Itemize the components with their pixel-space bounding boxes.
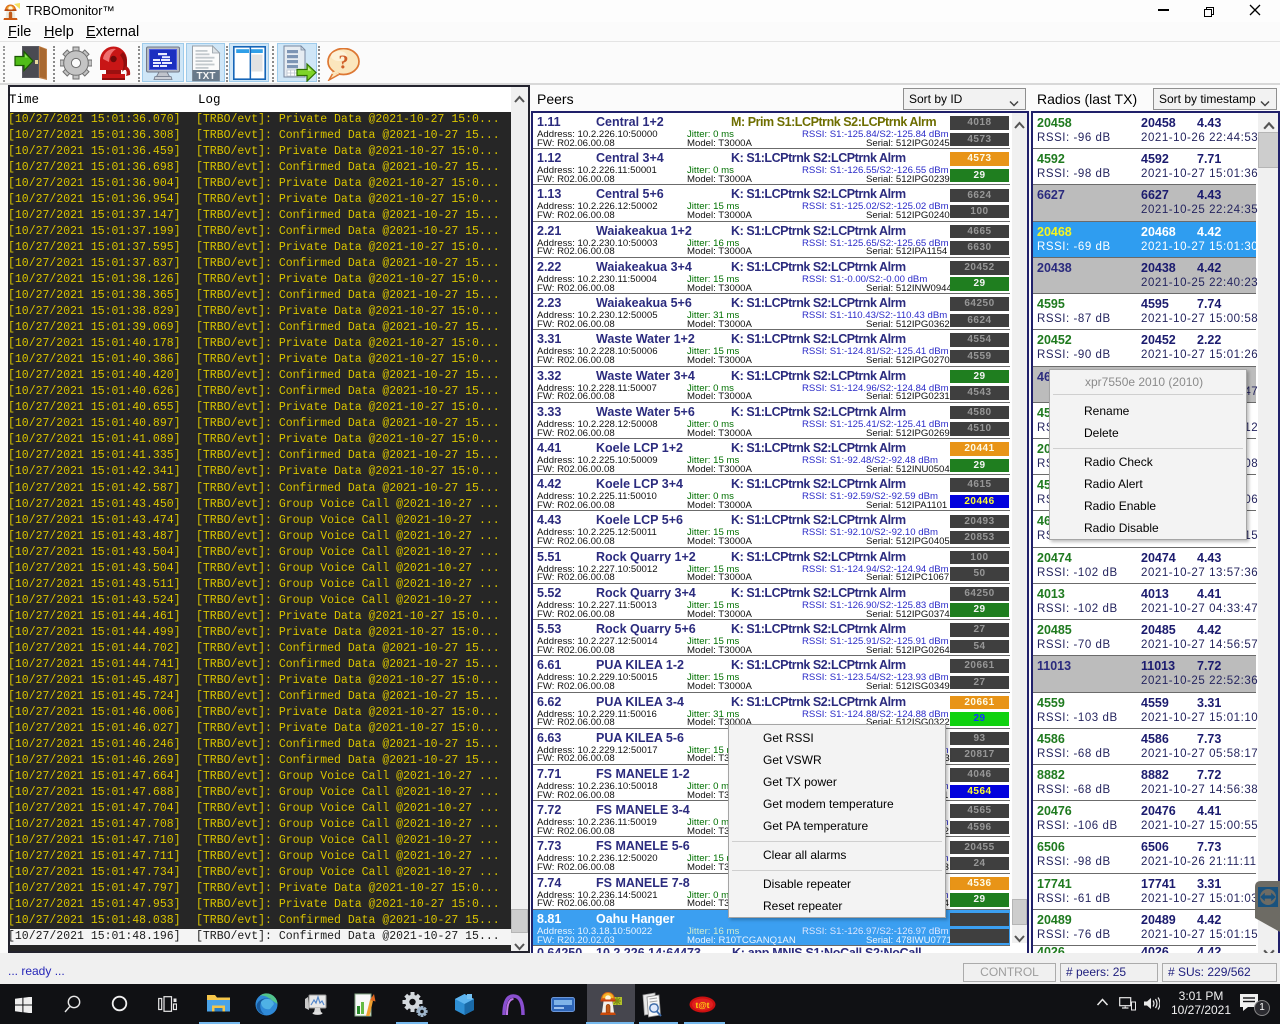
svg-text:t@t: t@t [696,1000,710,1010]
svg-text:TXT: TXT [197,71,216,82]
svg-text:?: ? [339,52,349,74]
